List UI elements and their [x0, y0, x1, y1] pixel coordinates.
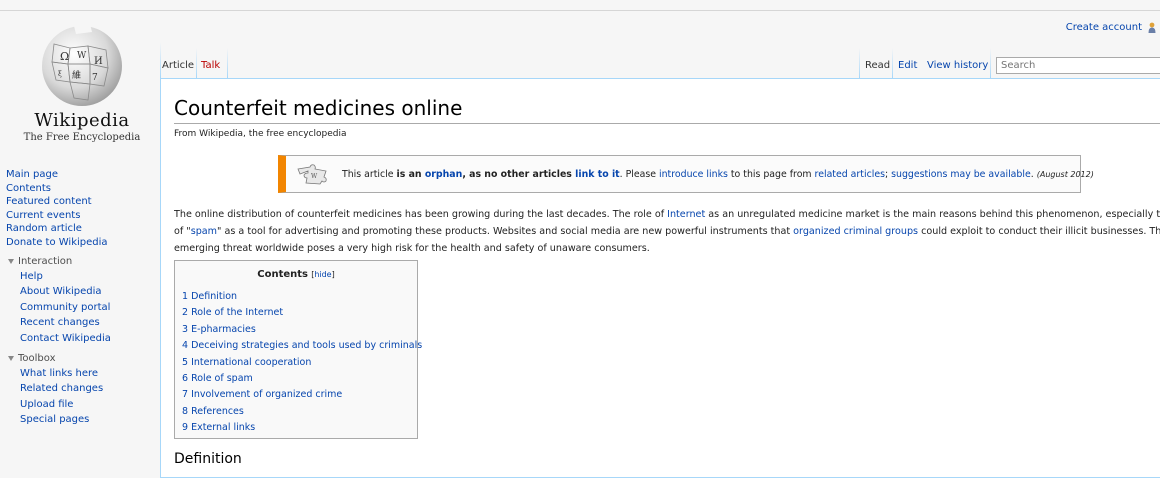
tab-read[interactable]: Read	[865, 60, 890, 71]
wikipedia-logo[interactable]: Ω W И 維 7 ξ Wikipedia The Free Encyclope…	[18, 18, 146, 146]
intro-text: The online distribution of counterfeit m…	[174, 209, 668, 220]
intro-text: emerging threat worldwide poses a very h…	[174, 243, 650, 254]
toc-item-deceiving-strategies[interactable]: 4 Deceiving strategies and tools used by…	[182, 338, 422, 354]
interaction-list: Help About Wikipedia Community portal Re…	[6, 269, 156, 347]
related-articles-link[interactable]: related articles	[815, 169, 885, 180]
toc-item-role-of-spam[interactable]: 6 Role of spam	[182, 371, 422, 387]
spam-link[interactable]: spam	[191, 226, 217, 237]
tab-separator	[990, 48, 991, 78]
suggestions-link[interactable]: suggestions may be available	[891, 169, 1031, 180]
interaction-heading[interactable]: Interaction	[6, 255, 156, 269]
user-icon	[1148, 22, 1156, 33]
notice-text: to this page from	[727, 169, 815, 180]
sidebar-item-contact[interactable]: Contact Wikipedia	[20, 331, 156, 347]
notice-date: (August 2012)	[1036, 170, 1094, 179]
svg-text:ξ: ξ	[58, 70, 62, 78]
intro-text: of "	[174, 226, 191, 237]
link-to-it-link[interactable]: link to it	[575, 169, 619, 180]
intro-paragraph: The online distribution of counterfeit m…	[174, 206, 1160, 257]
introduce-links-link[interactable]: introduce links	[659, 169, 728, 180]
table-of-contents: Contents [hide] 1 Definition 2 Role of t…	[174, 260, 422, 439]
tab-separator	[227, 48, 228, 78]
tab-view-history[interactable]: View history	[927, 60, 988, 71]
intro-line: The online distribution of counterfeit m…	[174, 206, 1160, 223]
notice-bold-text: , as no other articles	[462, 169, 576, 180]
internet-link[interactable]: Internet	[667, 209, 705, 220]
heading-underline	[174, 123, 1160, 124]
sidebar-item-featured-content[interactable]: Featured content	[6, 195, 156, 209]
intro-text: could exploit to conduct their illicit b…	[921, 226, 1160, 237]
tab-separator	[859, 48, 860, 78]
orphan-notice: W This article is an orphan, as no other…	[278, 155, 1094, 193]
interaction-heading-label: Interaction	[18, 256, 73, 267]
tab-edit[interactable]: Edit	[898, 60, 917, 71]
sidebar-item-recent-changes[interactable]: Recent changes	[20, 315, 156, 331]
svg-text:維: 維	[72, 69, 81, 81]
sidebar-item-what-links-here[interactable]: What links here	[20, 366, 156, 382]
collapse-triangle-icon	[8, 356, 14, 361]
orphan-notice-text: This article is an orphan, as no other a…	[342, 169, 1094, 180]
sidebar-item-special-pages[interactable]: Special pages	[20, 412, 156, 428]
toc-item-definition[interactable]: 1 Definition	[182, 289, 422, 305]
sidebar-item-upload-file[interactable]: Upload file	[20, 397, 156, 413]
toc-item-role-of-internet[interactable]: 2 Role of the Internet	[182, 305, 422, 321]
svg-text:И: И	[94, 56, 103, 67]
toolbox-heading-label: Toolbox	[18, 353, 56, 364]
section-heading-definition: Definition	[174, 451, 242, 467]
toc-hide-toggle: [hide]	[311, 270, 335, 279]
notice-bold-text: is an	[396, 169, 425, 180]
notice-text: This article	[342, 169, 397, 180]
globe-icon: Ω W И 維 7 ξ	[42, 24, 122, 106]
page-title: Counterfeit medicines online	[174, 96, 463, 120]
sidebar-item-about[interactable]: About Wikipedia	[20, 284, 156, 300]
toolbox-list: What links here Related changes Upload f…	[6, 366, 156, 428]
toc-hide-link[interactable]: hide	[314, 270, 331, 279]
svg-text:W: W	[77, 51, 87, 61]
organized-criminal-groups-link[interactable]: organized criminal groups	[793, 226, 918, 237]
sidebar-item-random-article[interactable]: Random article	[6, 222, 156, 236]
tab-separator	[196, 48, 197, 78]
intro-text: " as a tool for advertising and promotin…	[217, 226, 794, 237]
puzzle-icon: W	[297, 164, 327, 185]
sidebar-item-main-page[interactable]: Main page	[6, 168, 156, 182]
sidebar-item-current-events[interactable]: Current events	[6, 209, 156, 223]
sidebar-item-donate[interactable]: Donate to Wikipedia	[6, 236, 156, 250]
notice-text: . Please	[619, 169, 660, 180]
toc-item-external-links[interactable]: 9 External links	[182, 420, 422, 436]
toc-item-organized-crime[interactable]: 7 Involvement of organized crime	[182, 387, 422, 403]
toc-heading: Contents	[257, 269, 308, 280]
personal-tools: Create account	[1066, 22, 1142, 33]
toc-item-e-pharmacies[interactable]: 3 E-pharmacies	[182, 322, 422, 338]
toc-item-international-cooperation[interactable]: 5 International cooperation	[182, 355, 422, 371]
sidebar-item-related-changes[interactable]: Related changes	[20, 381, 156, 397]
svg-text:Ω: Ω	[60, 50, 69, 63]
toc-item-references[interactable]: 8 References	[182, 404, 422, 420]
create-account-link[interactable]: Create account	[1066, 22, 1142, 33]
toc-list: 1 Definition 2 Role of the Internet 3 E-…	[182, 289, 422, 437]
toc-title: Contents [hide]	[175, 269, 417, 280]
tab-talk[interactable]: Talk	[201, 60, 220, 71]
intro-line: of "spam" as a tool for advertising and …	[174, 223, 1160, 240]
sidebar-item-contents[interactable]: Contents	[6, 182, 156, 196]
toolbox-heading[interactable]: Toolbox	[6, 352, 156, 366]
collapse-triangle-icon	[8, 259, 14, 264]
header-divider	[0, 10, 1160, 11]
sidebar-navigation: Main page Contents Featured content Curr…	[6, 168, 156, 249]
svg-text:W: W	[311, 173, 318, 180]
sidebar-item-community-portal[interactable]: Community portal	[20, 300, 156, 316]
tab-article[interactable]: Article	[162, 60, 194, 71]
intro-line: emerging threat worldwide poses a very h…	[174, 240, 1160, 257]
orphan-link[interactable]: orphan	[425, 169, 462, 180]
sidebar-item-help[interactable]: Help	[20, 269, 156, 285]
logo-wordmark: Wikipedia	[34, 110, 130, 131]
sidebar: Main page Contents Featured content Curr…	[6, 168, 156, 428]
search-input[interactable]	[996, 57, 1160, 74]
site-subtitle: From Wikipedia, the free encyclopedia	[174, 129, 347, 139]
tab-separator	[892, 48, 893, 78]
tab-separator	[160, 42, 161, 78]
svg-text:7: 7	[92, 73, 98, 83]
intro-text: as an unregulated medicine market is the…	[708, 209, 1160, 220]
logo-tagline: The Free Encyclopedia	[23, 132, 141, 143]
